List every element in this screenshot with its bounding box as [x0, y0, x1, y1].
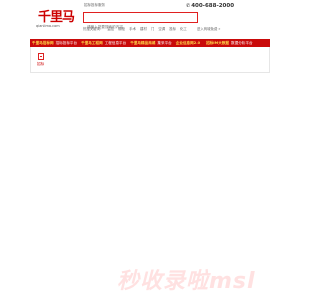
hot-keywords-label: 热搜关键词： [83, 27, 104, 31]
hot-keyword[interactable]: 门 [151, 27, 154, 31]
panel-tab-label[interactable]: 招标 [37, 62, 44, 67]
content-panel [30, 47, 270, 73]
hotline: ✆400-688-2000 [186, 3, 234, 9]
document-icon[interactable] [38, 53, 44, 60]
site-logo[interactable]: 千里马 qianlima.com [36, 6, 75, 34]
hot-keyword[interactable]: 投标 [169, 27, 176, 31]
nav-item-highlight: 企业信息网2.0 [175, 40, 201, 45]
hot-keyword[interactable]: 化工 [180, 27, 187, 31]
logo-text: 千里马 [38, 10, 75, 25]
nav-item-zhaobiao[interactable]: 千里马招标网 招标投标平台 [30, 41, 79, 46]
nav-item-highlight: 招标IM大数据 [206, 40, 230, 45]
hot-keyword[interactable]: 建材 [140, 27, 147, 31]
site-header: 千里马 qianlima.com 招标投标服务 ✆400-688-2000 热搜… [0, 0, 300, 36]
phone-icon: ✆ [186, 3, 191, 9]
hot-keyword[interactable]: 橱柜 [118, 27, 125, 31]
watermark: 秒收录啦msl [117, 269, 256, 294]
nav-item-label: 招标投标平台 [55, 40, 78, 45]
nav-item-qiye[interactable]: 企业信息网2.0 [174, 41, 204, 46]
nav-item-gongcheng[interactable]: 千里马工程网 工程信息平台 [79, 41, 128, 46]
nav-item-dashuju[interactable]: 招标IM大数据 数据分析平台 [204, 41, 254, 46]
nav-item-highlight: 千里马招标网 [32, 40, 54, 45]
logo-domain: qianlima.com [36, 24, 60, 28]
nav-item-highlight: 千里马精品商城 [130, 40, 156, 45]
nav-item-shangcheng[interactable]: 千里马精品商城 集采平台 [128, 41, 174, 46]
hot-keyword[interactable]: 监控 [107, 27, 114, 31]
nav-item-highlight: 千里马工程网 [81, 40, 103, 45]
nav-item-label: 集采平台 [157, 40, 172, 45]
search-box[interactable] [83, 12, 198, 32]
header-slogan: 招标投标服务 [84, 3, 105, 7]
mall-link[interactable]: 进入商城免费 » [197, 26, 221, 31]
hot-keyword[interactable]: 手术 [129, 27, 136, 31]
main-nav: 千里马招标网 招标投标平台 千里马工程网 工程信息平台 千里马精品商城 集采平台 企业… [30, 39, 270, 47]
nav-item-label: 数据分析平台 [231, 40, 253, 45]
hotline-number: 400-688-2000 [191, 3, 235, 9]
hot-keyword[interactable]: 空调 [158, 27, 165, 31]
nav-item-label: 工程信息平台 [104, 40, 127, 45]
hot-keywords: 热搜关键词： 监控 橱柜 手术 建材 门 空调 投标 化工 [83, 26, 190, 31]
